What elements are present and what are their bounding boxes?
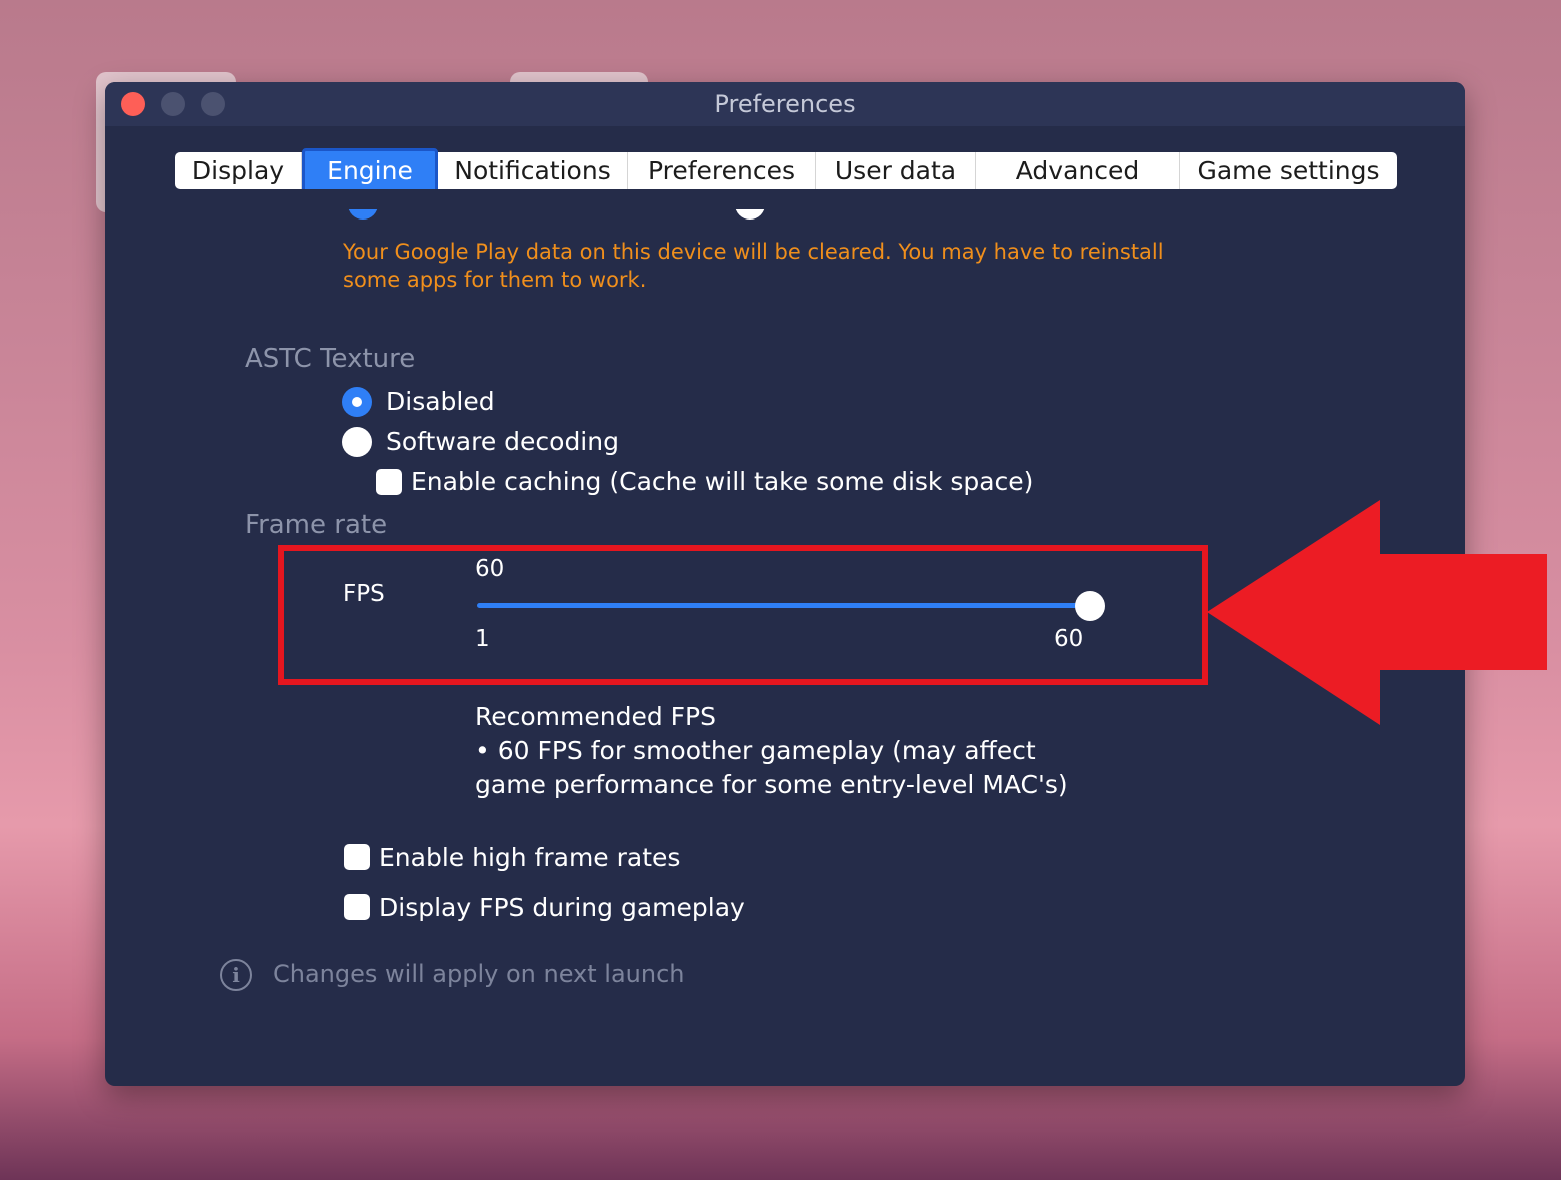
abi-warning-line-1: Your Google Play data on this device wil… [343,240,1164,264]
red-arrow-annotation [1207,500,1547,725]
info-icon: i [220,959,252,991]
frame-rate-section-title: Frame rate [245,510,388,540]
settings-tab-bar: Display Engine Notifications Preferences… [175,148,1397,193]
enable-high-frame-rates-checkbox[interactable] [344,844,370,870]
display-fps-checkbox[interactable] [344,894,370,920]
enable-caching-checkbox[interactable] [376,469,402,495]
astc-software-decoding-radio[interactable] [342,427,372,457]
scroll-clip-mask [335,205,1035,219]
scroll-clip-band [105,189,1465,205]
fps-highlight-box [278,545,1208,685]
recommended-fps-title: Recommended FPS [475,702,716,731]
display-fps-label[interactable]: Display FPS during gameplay [379,893,745,922]
tab-display[interactable]: Display [175,152,302,189]
tab-user-data[interactable]: User data [816,152,976,189]
astc-disabled-label[interactable]: Disabled [386,387,495,416]
tab-advanced[interactable]: Advanced [976,152,1180,189]
enable-high-frame-rates-label[interactable]: Enable high frame rates [379,843,680,872]
tab-notifications[interactable]: Notifications [438,152,628,189]
abi-warning-text: Your Google Play data on this device wil… [343,238,1223,294]
recommended-fps-line-2: game performance for some entry-level MA… [475,770,1068,799]
abi-warning-line-2: some apps for them to work. [343,268,647,292]
title-bar: Preferences [105,82,1465,126]
astc-disabled-radio[interactable] [342,387,372,417]
changes-hint-text: Changes will apply on next launch [273,960,685,988]
recommended-fps-line-1: • 60 FPS for smoother gameplay (may affe… [475,736,1036,765]
tab-preferences[interactable]: Preferences [628,152,816,189]
window-title: Preferences [714,90,856,118]
enable-caching-label[interactable]: Enable caching (Cache will take some dis… [411,467,1033,496]
astc-software-decoding-label[interactable]: Software decoding [386,427,619,456]
astc-section-title: ASTC Texture [245,344,416,374]
tab-game-settings[interactable]: Game settings [1180,152,1397,189]
tab-engine[interactable]: Engine [302,148,438,193]
